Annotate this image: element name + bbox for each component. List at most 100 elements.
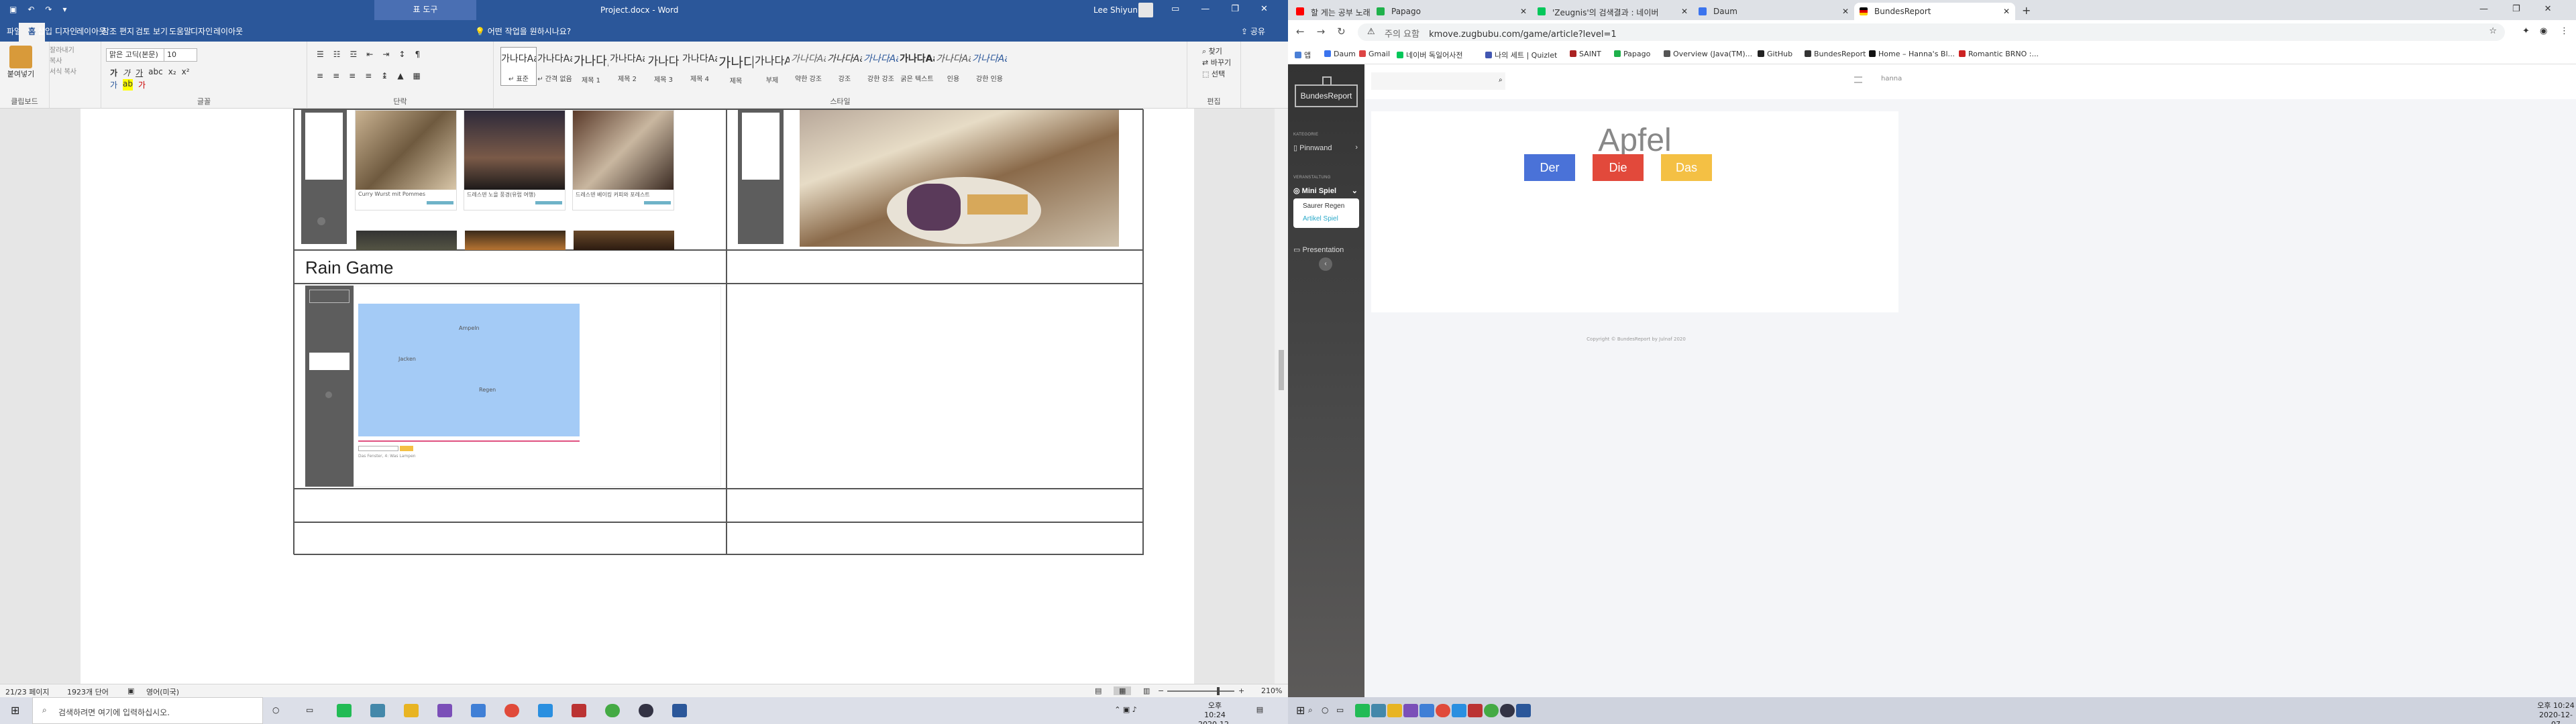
forward-icon[interactable]: → (1317, 25, 1326, 38)
table-cell[interactable]: Curry Wurst mit Pommes 드레스덴 노을 풍경(유럽 여행)… (294, 109, 727, 251)
app-icon[interactable] (572, 704, 586, 717)
chrome-icon[interactable] (1436, 704, 1450, 717)
table-cell[interactable] (727, 109, 1144, 250)
restore-icon[interactable]: ❐ (1231, 4, 1239, 14)
menu-icon[interactable]: ⋮ (2560, 26, 2569, 36)
user-menu[interactable]: hanna (1881, 75, 1902, 82)
chrome-icon[interactable] (504, 704, 519, 717)
web-layout-icon[interactable]: ▥ (1143, 686, 1150, 695)
cut-button[interactable]: 잘라내기 (50, 46, 76, 56)
warning-icon[interactable]: ⚠ (1367, 27, 1375, 37)
paste-button[interactable]: 붙여넣기 (5, 46, 36, 86)
vscode-icon[interactable] (538, 704, 553, 717)
notification-icon[interactable]: ▤ (1253, 705, 1267, 715)
bookmark-item[interactable]: Romantic BRNO :... (1959, 50, 2039, 58)
underline-button[interactable]: 가 (136, 67, 143, 78)
tab-references[interactable]: 참조 (102, 25, 117, 37)
tab-review[interactable]: 검토 (136, 25, 150, 37)
article-das-button[interactable]: Das (1661, 154, 1712, 181)
task-view-icon[interactable]: ▭ (306, 705, 313, 715)
taskbar-search[interactable]: ⌕ 검색하려면 여기에 입력하십시오. (32, 697, 263, 724)
copy-button[interactable]: 복사 (50, 56, 76, 67)
bookmark-item[interactable]: SAINT (1570, 50, 1601, 58)
close-tab-icon[interactable]: ✕ (1520, 7, 1527, 16)
proofing-icon[interactable]: ▣ (127, 686, 134, 695)
zoom-level[interactable]: 210% (1261, 686, 1282, 695)
close-tab-icon[interactable]: ✕ (1681, 7, 1688, 16)
style-item[interactable]: 가나다AaE ↵ 표준 (500, 47, 537, 86)
article-die-button[interactable]: Die (1593, 154, 1644, 181)
tab-view[interactable]: 보기 (153, 25, 168, 37)
search-icon[interactable]: ⌕ (1499, 76, 1503, 84)
table-cell[interactable]: Ampeln Jacken Regen Das Fenster, 4: Was … (294, 284, 727, 489)
app-icon[interactable] (337, 704, 352, 717)
browser-tab[interactable]: 할 게는 공부 노래 모음 || (1291, 3, 1371, 20)
scroll-thumb[interactable] (1279, 350, 1284, 390)
increase-indent-button[interactable]: ⇥ (382, 50, 389, 59)
sidebar-item-mini-spiel[interactable]: ◎ Mini Spiel ⌄ (1293, 186, 1359, 195)
submenu-item-artikel-spiel[interactable]: Artikel Spiel (1303, 215, 1359, 228)
task-view-icon[interactable]: ▭ (1336, 705, 1344, 715)
page-count[interactable]: 21/23 페이지 (5, 686, 50, 697)
word-count[interactable]: 1923개 단어 (67, 686, 109, 697)
table-cell[interactable] (727, 284, 1144, 489)
bookmark-item[interactable]: BundesReport (1805, 50, 1866, 58)
submenu-item-saurer-regen[interactable]: Saurer Regen (1303, 202, 1359, 215)
bookmark-item[interactable]: 앱 (1295, 50, 1311, 60)
word-icon[interactable] (672, 704, 687, 717)
style-item[interactable]: 가나다AaE 인용 (935, 47, 971, 86)
bookmark-star-icon[interactable]: ☆ (2489, 26, 2497, 36)
superscript-button[interactable]: x² (182, 67, 190, 78)
bookmark-item[interactable]: Gmail (1359, 50, 1390, 58)
search-icon[interactable]: ⌕ (1308, 705, 1313, 715)
multilevel-button[interactable]: ☲ (350, 50, 358, 59)
app-icon[interactable] (370, 704, 385, 717)
article-der-button[interactable]: Der (1524, 154, 1575, 181)
read-mode-icon[interactable]: ▤ (1095, 686, 1102, 695)
table-cell[interactable] (727, 250, 1144, 284)
sort-button[interactable]: ↕ (398, 50, 405, 59)
replace-button[interactable]: ⇄ 바꾸기 (1202, 57, 1231, 68)
zoom-slider[interactable] (1167, 690, 1234, 692)
style-item[interactable]: 가나다Aa 강한 강조 (863, 47, 899, 86)
new-tab-icon[interactable]: + (2022, 4, 2031, 17)
close-tab-icon[interactable]: ✕ (1842, 7, 1849, 16)
style-item[interactable]: 가나디 제목 (718, 47, 754, 86)
site-search-input[interactable]: ⌕ (1371, 72, 1505, 90)
bookmark-item[interactable]: Papago (1614, 50, 1650, 58)
bookmark-item[interactable]: Overview (Java(TM)... (1664, 50, 1752, 58)
subscript-button[interactable]: x₂ (168, 67, 176, 78)
bookmark-item[interactable]: Home – Hanna's Bl... (1869, 50, 1955, 58)
clock[interactable]: 오후 10:24 2020-12-07 (2537, 701, 2575, 724)
start-icon[interactable]: ⊞ (1296, 704, 1305, 717)
align-right-button[interactable]: ≡ (349, 71, 356, 80)
bookmark-item[interactable]: 나의 세트 | Quizlet (1485, 50, 1557, 60)
table-cell[interactable]: Rain Game (294, 250, 727, 284)
bullets-button[interactable]: ☰ (317, 50, 324, 59)
collapse-sidebar-button[interactable]: ‹ (1319, 257, 1332, 271)
line-spacing-button[interactable]: ↨ (381, 71, 388, 80)
visual-studio-icon[interactable] (437, 704, 452, 717)
document-page[interactable]: Curry Wurst mit Pommes 드레스덴 노을 풍경(유럽 여행)… (80, 109, 1194, 684)
style-item[interactable]: 가나다AaE 강한 인용 (971, 47, 1008, 86)
style-item[interactable]: 가나다, 제목 1 (573, 47, 609, 86)
highlight-button[interactable]: ab (123, 79, 133, 90)
app-icon[interactable] (1500, 704, 1515, 717)
undo-icon[interactable]: ↶ (28, 5, 34, 14)
decrease-indent-button[interactable]: ⇤ (366, 50, 373, 59)
strike-button[interactable]: abc (148, 67, 163, 78)
close-tab-icon[interactable]: ✕ (2003, 7, 2010, 16)
italic-button[interactable]: 가 (123, 67, 130, 78)
table-cell[interactable] (727, 522, 1144, 555)
borders-button[interactable]: ▦ (413, 71, 421, 80)
sidebar-item-presentation[interactable]: ▭ Presentation (1293, 245, 1359, 254)
zoom-slider-thumb[interactable] (1217, 687, 1220, 695)
customize-icon[interactable]: ▾ (62, 5, 66, 14)
cortana-icon[interactable]: ○ (272, 705, 279, 715)
select-button[interactable]: ⬚ 선택 (1202, 68, 1231, 80)
browser-tab[interactable]: Papago ✕ (1371, 3, 1532, 20)
style-item[interactable]: 가나다A 부제 (754, 47, 790, 86)
style-item[interactable]: 가나다 제목 3 (645, 47, 682, 86)
app-icon[interactable] (605, 704, 620, 717)
justify-button[interactable]: ≡ (365, 71, 372, 80)
